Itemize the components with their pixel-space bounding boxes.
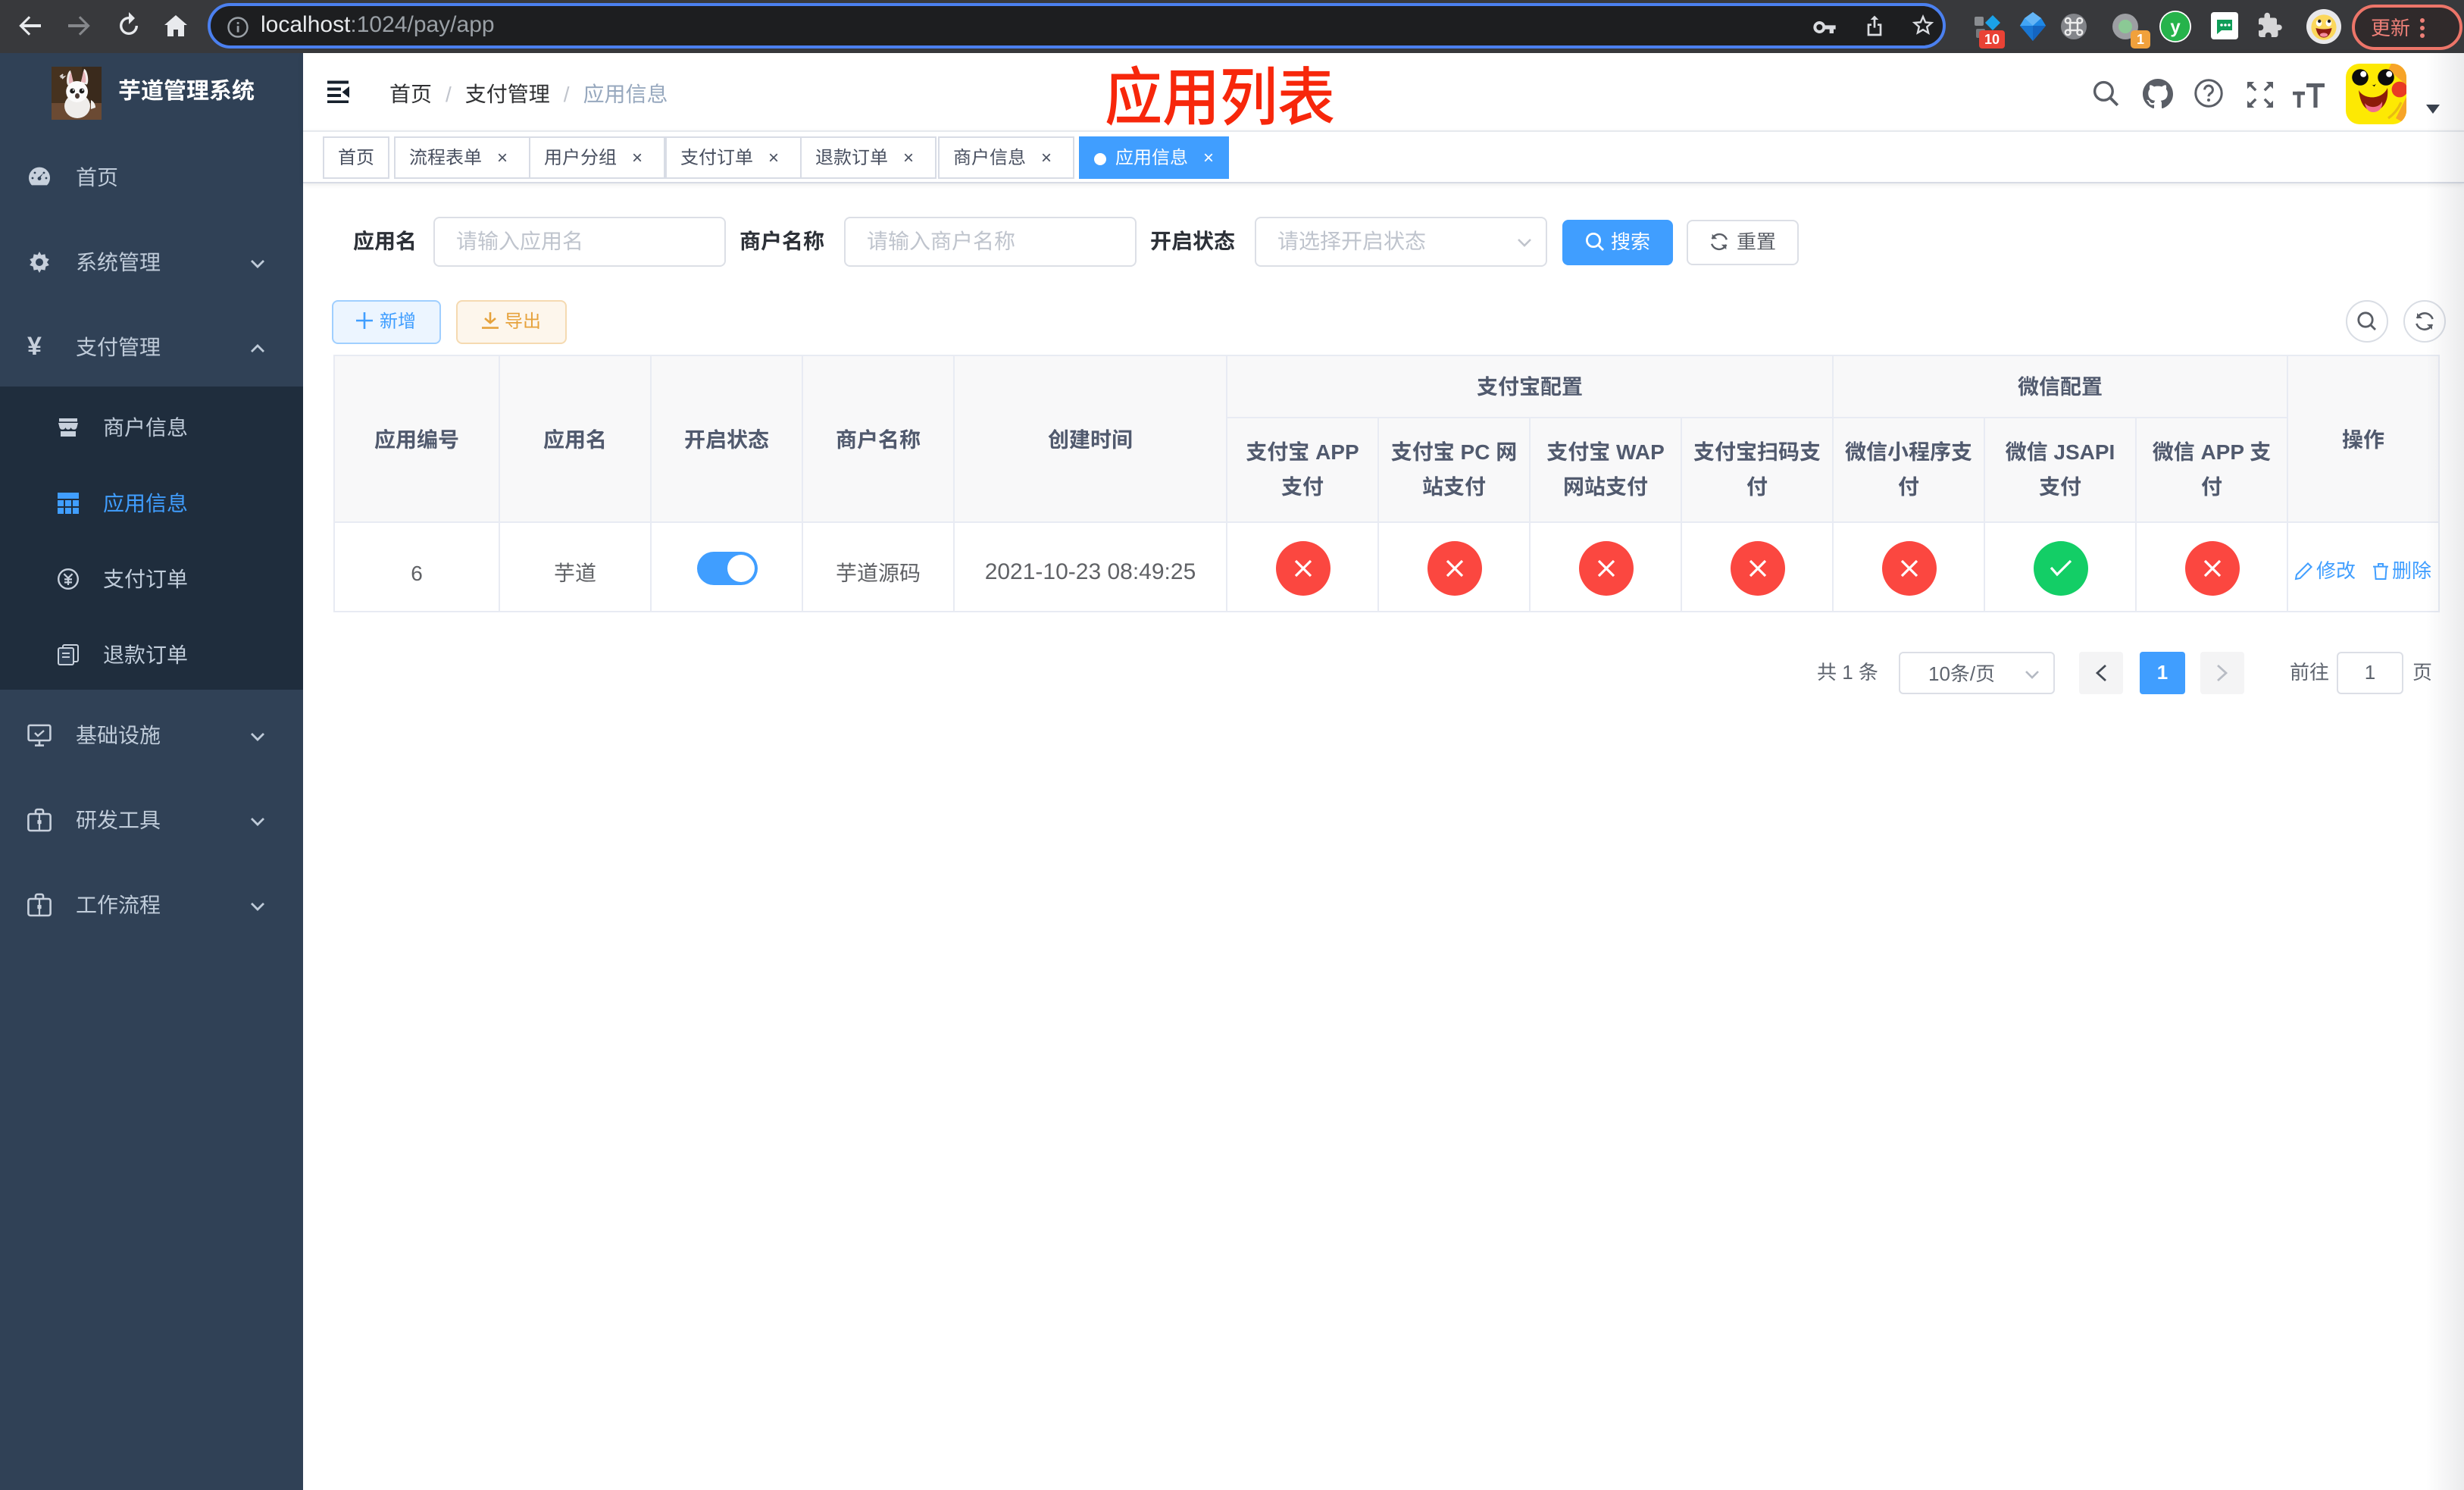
- svg-text:y: y: [2170, 17, 2181, 38]
